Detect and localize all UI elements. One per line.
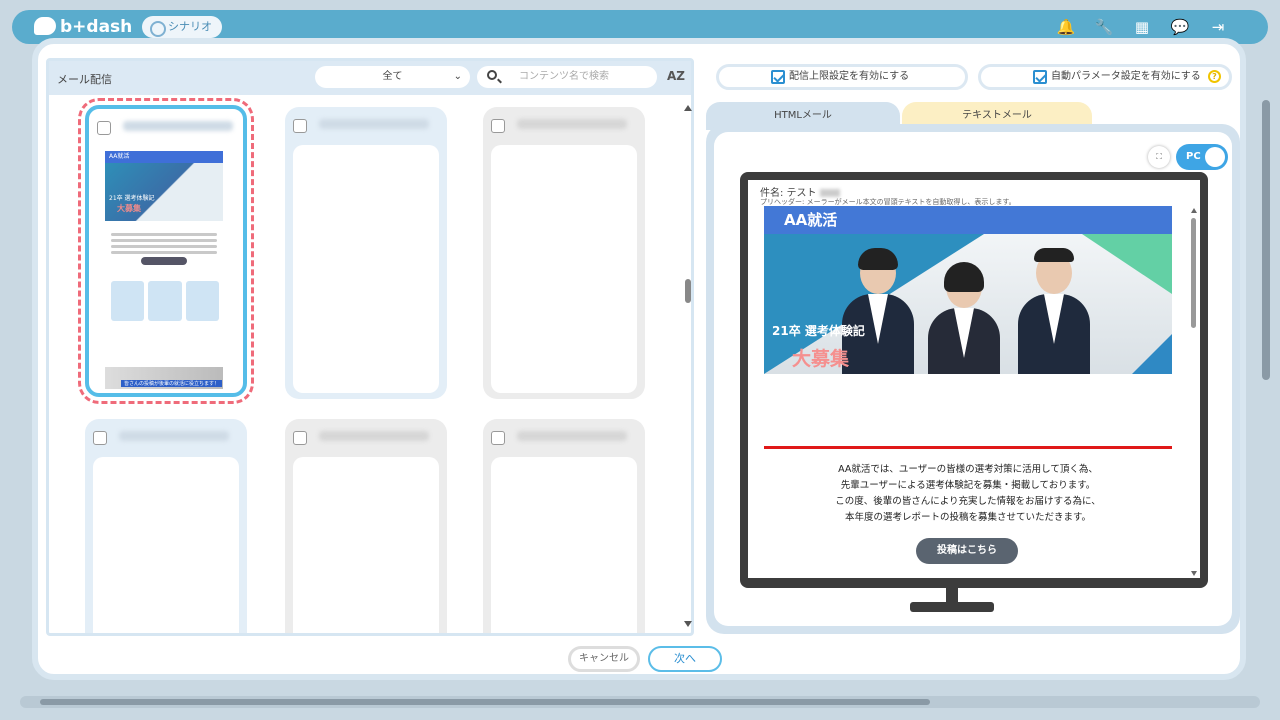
card-title-blurred	[123, 121, 233, 131]
enable-send-limit-checkbox[interactable]: 配信上限設定を有効にする	[716, 64, 968, 90]
grid-icon[interactable]: ▦	[1132, 17, 1152, 37]
thumbnail-button	[141, 257, 187, 265]
logo-icon	[34, 17, 56, 35]
content-list-header: メール配信 全て ⌄ コンテンツ名で検索 AZ	[49, 61, 691, 95]
content-list-panel: メール配信 全て ⌄ コンテンツ名で検索 AZ AA就活 21卒 選考体験記 大…	[46, 58, 694, 636]
monitor-screen: 件名: テスト プリヘッダー: メーラーがメール本文の冒頭テキストを自動取得し、…	[748, 180, 1200, 578]
scroll-up-arrow-icon[interactable]	[1191, 208, 1197, 213]
checkbox-checked-icon	[771, 70, 785, 84]
device-toggle-pc[interactable]: PC	[1176, 144, 1228, 170]
thumbnail-banner: 皆さんの投稿が後輩の就活に役立ちます！	[105, 367, 223, 389]
monitor-frame: 件名: テスト プリヘッダー: メーラーがメール本文の冒頭テキストを自動取得し、…	[740, 172, 1208, 588]
card-thumbnail	[491, 457, 637, 633]
mail-body-text: AA就活では、ユーザーの皆様の選考対策に活用して頂く為、 先輩ユーザーによる選考…	[835, 464, 1101, 523]
content-card[interactable]	[85, 419, 247, 633]
content-grid-scrollbar[interactable]	[683, 101, 693, 631]
mail-type-icon	[491, 431, 505, 445]
panel-title: メール配信	[57, 73, 112, 86]
logout-icon[interactable]: ⇥	[1208, 17, 1228, 37]
content-card-selected[interactable]: AA就活 21卒 選考体験記 大募集 皆さんの投稿が後輩の就活に役立ちます！	[78, 98, 254, 404]
hero-text-recruit: 大募集	[792, 348, 850, 370]
content-card[interactable]	[285, 107, 447, 399]
bell-icon[interactable]: 🔔	[1056, 17, 1076, 37]
card-thumbnail	[293, 457, 439, 633]
background-scrollbar-horizontal[interactable]	[20, 696, 1260, 708]
enable-auto-parameter-checkbox[interactable]: 自動パラメータ設定を有効にする ?	[978, 64, 1232, 90]
mail-type-icon	[491, 119, 505, 133]
checkbox-checked-icon	[1033, 70, 1047, 84]
expand-icon[interactable]: ⛶	[1148, 146, 1170, 168]
preview-scrollbar[interactable]	[1190, 208, 1198, 578]
monitor-base	[910, 602, 994, 612]
content-select-modal: メール配信 全て ⌄ コンテンツ名で検索 AZ AA就活 21卒 選考体験記 大…	[32, 38, 1246, 680]
card-title-blurred	[119, 431, 229, 441]
mail-type-icon	[293, 431, 307, 445]
content-search-input[interactable]: コンテンツ名で検索	[477, 66, 657, 88]
mail-body-frame: AA就活 21卒 選考体験記 大募集 AA就活では、ユーザーの皆様の選考対策に活…	[764, 206, 1174, 578]
card-title-blurred	[319, 119, 429, 129]
next-button[interactable]: 次へ	[648, 646, 722, 672]
search-icon	[487, 70, 497, 80]
person-image	[1014, 244, 1094, 374]
mail-preview-area: ⛶ PC 件名: テスト プリヘッダー: メーラーがメール本文の冒頭テキストを自…	[706, 124, 1240, 634]
content-grid: AA就活 21卒 選考体験記 大募集 皆さんの投稿が後輩の就活に役立ちます！	[49, 95, 677, 633]
scenario-chip[interactable]: シナリオ	[142, 16, 222, 38]
thumbnail-header: AA就活	[105, 151, 223, 163]
scroll-down-arrow-icon[interactable]	[1191, 571, 1197, 576]
content-card[interactable]	[285, 419, 447, 633]
person-image	[838, 244, 918, 374]
card-thumbnail	[293, 145, 439, 393]
thumbnail-steps	[111, 281, 219, 321]
chat-icon[interactable]: 💬	[1170, 17, 1190, 37]
card-title-blurred	[517, 431, 627, 441]
card-thumbnail	[93, 457, 239, 633]
mail-type-icon	[97, 121, 111, 135]
header-icons: 🔔 🔧 ▦ 💬 ⇥	[1056, 17, 1228, 37]
scroll-down-arrow-icon[interactable]	[684, 621, 692, 627]
card-thumbnail	[491, 145, 637, 393]
background-scrollbar-vertical[interactable]	[1262, 100, 1272, 400]
hero-text-title: 21卒 選考体験記	[772, 324, 865, 338]
scrollbar-thumb[interactable]	[685, 279, 691, 303]
divider-line	[764, 446, 1172, 449]
person-image	[924, 258, 1004, 374]
chevron-down-icon: ⌄	[453, 71, 462, 82]
scroll-up-arrow-icon[interactable]	[684, 105, 692, 111]
thumbnail-hero: 21卒 選考体験記 大募集	[105, 163, 223, 221]
content-card[interactable]	[483, 419, 645, 633]
mail-type-icon	[293, 119, 307, 133]
card-title-blurred	[319, 431, 429, 441]
cancel-button[interactable]: キャンセル	[568, 646, 640, 672]
mail-cta-button[interactable]: 投稿はこちら	[916, 538, 1018, 564]
mail-hero-image: 21卒 選考体験記 大募集	[764, 234, 1172, 374]
thumbnail-text-lines	[111, 233, 217, 257]
card-title-blurred	[517, 119, 627, 129]
mail-preview-inner: ⛶ PC 件名: テスト プリヘッダー: メーラーがメール本文の冒頭テキストを自…	[714, 132, 1232, 626]
mail-header-banner: AA就活	[764, 206, 1172, 234]
category-filter-select[interactable]: 全て ⌄	[315, 66, 470, 88]
mail-type-icon	[93, 431, 107, 445]
app-logo[interactable]: b+dash	[34, 17, 132, 37]
scrollbar-thumb[interactable]	[1191, 218, 1196, 328]
content-card[interactable]	[483, 107, 645, 399]
help-icon[interactable]: ?	[1208, 70, 1221, 83]
sort-az-button[interactable]: AZ	[667, 69, 685, 83]
wrench-icon[interactable]: 🔧	[1094, 17, 1114, 37]
